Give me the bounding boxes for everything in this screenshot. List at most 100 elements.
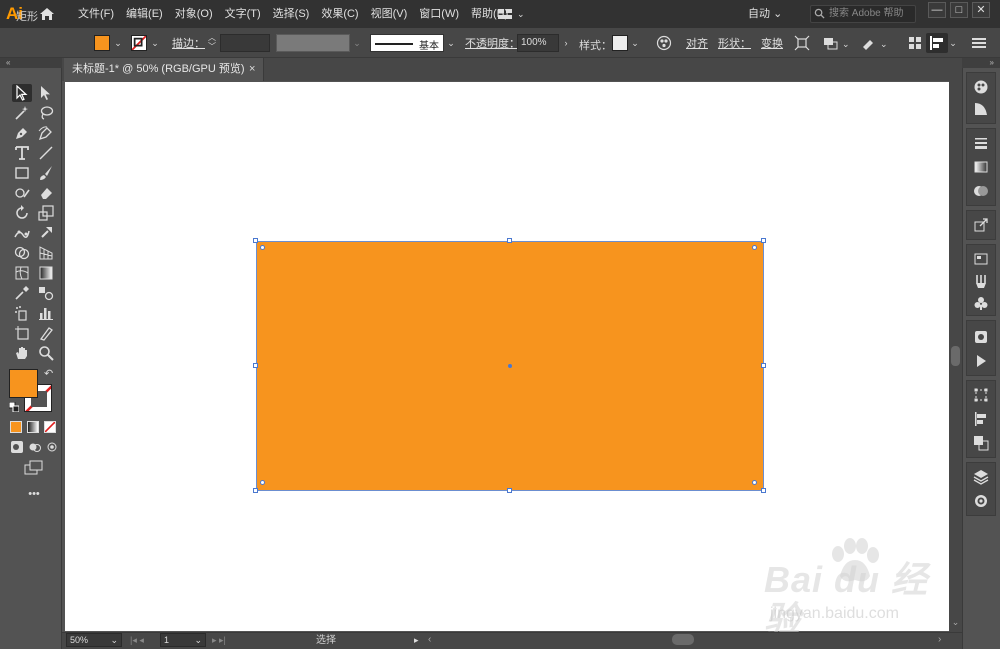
symbol-sprayer-tool-icon[interactable] [12,304,32,322]
rotate-tool-icon[interactable] [12,204,32,222]
bounding-box-handle[interactable] [253,363,258,368]
eyedropper-tool-icon[interactable] [12,284,32,302]
brushes-icon[interactable] [972,272,990,290]
libraries-icon[interactable] [972,250,990,268]
bounding-box-handle[interactable] [507,488,512,493]
recolor-artwork-icon[interactable] [656,35,672,51]
color-guide-icon[interactable] [972,100,990,118]
workspace-switcher[interactable]: 自动 ⌄ [748,6,796,22]
blend-tool-icon[interactable] [36,284,56,302]
color-icon[interactable] [972,78,990,96]
selection-tool-icon[interactable] [12,84,32,102]
menu-effect[interactable]: 效果(C) [315,0,364,28]
swap-fill-stroke-icon[interactable]: ↶ [44,368,56,380]
type-tool-icon[interactable] [12,144,32,162]
menu-select[interactable]: 选择(S) [267,0,316,28]
menu-window[interactable]: 窗口(W) [413,0,465,28]
scale-tool-icon[interactable] [36,204,56,222]
menu-type[interactable]: 文字(T) [219,0,267,28]
panel-options-menu[interactable] [966,35,994,51]
bounding-box-handle[interactable] [253,238,258,243]
status-text[interactable]: 选择 [316,634,336,647]
status-menu-arrow-icon[interactable]: ▸ [414,634,424,646]
shape-builder-tool-icon[interactable] [12,244,32,262]
chevron-down-icon[interactable]: ⌄ [630,35,640,51]
scroll-down-arrow-icon[interactable]: ⌄ [950,617,961,629]
perspective-grid-tool-icon[interactable] [36,244,56,262]
close-window-button[interactable]: ✕ [972,2,990,18]
none-mode-icon[interactable] [44,421,56,433]
direct-selection-tool-icon[interactable] [36,84,56,102]
column-graph-tool-icon[interactable] [36,304,56,322]
artboard-tool-icon[interactable] [12,324,32,342]
bounding-box-handle[interactable] [761,238,766,243]
chevron-down-icon[interactable]: ⌄ [113,35,123,51]
zoom-tool-icon[interactable] [36,344,56,362]
rectangle-tool-icon[interactable] [12,164,32,182]
stroke-icon[interactable] [972,134,990,152]
menu-view[interactable]: 视图(V) [365,0,414,28]
puppet-warp-tool-icon[interactable] [12,224,32,242]
default-fill-stroke-icon[interactable] [8,401,20,413]
symbols-icon[interactable] [972,294,990,312]
align-to-icon[interactable] [908,36,922,50]
brush-definition-field[interactable]: 基本 [370,34,444,52]
edit-toolbar-button[interactable]: ••• [24,488,44,500]
stroke-weight-field[interactable] [220,34,270,52]
dock-collapse-button[interactable]: » [962,58,1000,68]
transparency-icon[interactable] [972,182,990,200]
gradient-tool-icon[interactable] [36,264,56,282]
next-last-artboard-icons[interactable]: ▸ ▸| [212,633,240,647]
variable-width-profile[interactable] [276,34,350,52]
corner-radius-widget[interactable] [260,245,265,250]
color-mode-icon[interactable] [10,421,22,433]
asset-export-icon[interactable] [972,216,990,234]
change-screen-mode-icon[interactable] [24,460,44,476]
fill-box[interactable] [9,369,38,398]
transform-icon[interactable] [972,386,990,404]
bounding-box-handle[interactable] [253,488,258,493]
chevron-down-icon[interactable]: ⌄ [150,35,160,51]
bounding-box-handle[interactable] [761,363,766,368]
actions-icon[interactable] [972,352,990,370]
shaper-tool-icon[interactable] [12,184,32,202]
arrange-documents-button[interactable]: ⌄ [497,5,531,23]
horizontal-scroll-thumb[interactable] [672,634,694,645]
pathfinder-icon[interactable] [972,434,990,452]
opacity-field[interactable]: 100% [517,34,559,52]
draw-normal-icon[interactable] [10,440,24,454]
first-previous-artboard-icons[interactable]: |◂ ◂ [130,633,158,647]
opacity-label[interactable]: 不透明度： [465,37,520,51]
gradient-icon[interactable] [972,158,990,176]
menu-file[interactable]: 文件(F) [72,0,120,28]
corner-radius-widget[interactable] [752,245,757,250]
toolbar-collapse-button[interactable]: « [0,58,62,68]
shape-link[interactable]: 形状： [718,37,751,51]
stroke-color-swatch[interactable] [131,35,147,51]
isolate-object-icon[interactable] [794,35,810,51]
help-search-input[interactable]: 搜索 Adobe 帮助 [810,5,916,23]
line-segment-tool-icon[interactable] [36,144,56,162]
paintbrush-tool-icon[interactable] [36,164,56,182]
graphic-style-swatch[interactable] [612,35,628,51]
draw-behind-icon[interactable] [28,440,42,454]
pen-tool-icon[interactable] [12,124,32,142]
document-tab[interactable]: 未标题-1* @ 50% (RGB/GPU 预览) [64,58,264,81]
chevron-down-icon[interactable]: ⌄ [948,35,958,51]
hand-tool-icon[interactable] [12,344,32,362]
corner-radius-widget[interactable] [752,480,757,485]
free-transform-tool-icon[interactable] [36,224,56,242]
chevron-down-icon[interactable]: ⌄ [446,35,456,51]
appearance-icon[interactable] [972,492,990,510]
cc-libraries-icon[interactable] [972,328,990,346]
slice-tool-icon[interactable] [36,324,56,342]
stroke-weight-stepper[interactable]: ︿ ﹀ [207,33,217,53]
minimize-button[interactable]: — [928,2,946,18]
close-tab-icon[interactable]: × [249,61,261,77]
curvature-tool-icon[interactable] [36,124,56,142]
lasso-tool-icon[interactable] [36,104,56,122]
layers-icon[interactable] [972,468,990,486]
artboard-number-field[interactable]: 1 ⌄ [160,633,206,647]
scroll-right-arrow-icon[interactable]: › [938,634,948,646]
arrange-button[interactable]: ⌄ [822,35,850,51]
